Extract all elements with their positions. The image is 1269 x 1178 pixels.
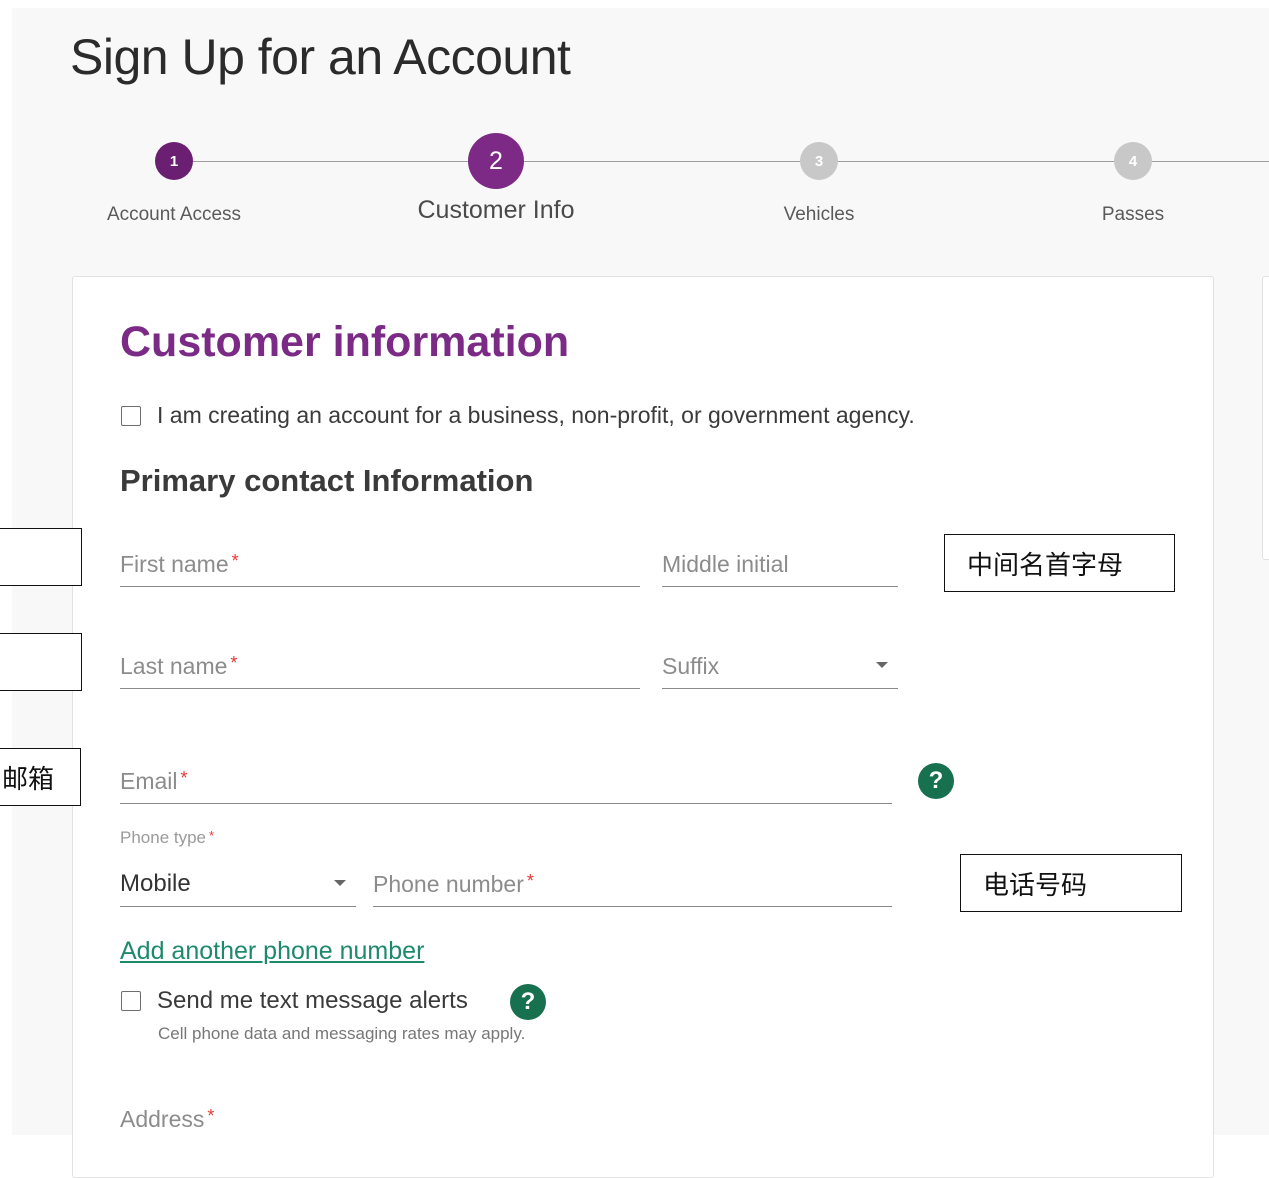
required-mark: * xyxy=(231,551,239,571)
section-title: Customer information xyxy=(120,318,570,366)
first-name-field[interactable]: First name * xyxy=(120,540,640,587)
step-1-circle[interactable]: 1 xyxy=(155,142,193,180)
required-mark: * xyxy=(230,653,238,673)
first-name-label: First name * xyxy=(120,551,239,578)
text-alerts-help-icon[interactable]: ? xyxy=(510,984,546,1020)
phone-number-label-text: Phone number xyxy=(373,871,524,897)
business-account-checkbox[interactable] xyxy=(121,406,141,426)
step-4-circle: 4 xyxy=(1114,142,1152,180)
step-connector xyxy=(524,161,800,162)
suffix-label: Suffix xyxy=(662,653,720,679)
step-3-label: Vehicles xyxy=(783,204,855,225)
phone-number-field[interactable]: Phone number * xyxy=(373,860,892,907)
step-connector xyxy=(193,161,468,162)
step-4-label: Passes xyxy=(1101,204,1165,225)
suffix-select[interactable]: Suffix xyxy=(662,642,898,689)
last-name-label-text: Last name xyxy=(120,653,228,679)
step-connector xyxy=(838,161,1114,162)
last-name-field[interactable]: Last name * xyxy=(120,642,640,689)
step-1-label[interactable]: Account Access xyxy=(107,204,241,226)
business-account-label[interactable]: I am creating an account for a business,… xyxy=(157,402,915,429)
email-field[interactable]: Email * xyxy=(120,757,892,804)
last-name-annotation-box xyxy=(0,633,82,691)
phone-number-annotation-box: 电话号码 xyxy=(960,854,1182,912)
last-name-label: Last name * xyxy=(120,653,237,680)
phone-number-label: Phone number * xyxy=(373,871,534,898)
primary-contact-title: Primary contact Information xyxy=(120,463,534,498)
step-connector xyxy=(1152,161,1269,162)
step-3-circle: 3 xyxy=(800,142,838,180)
step-2-circle: 2 xyxy=(468,133,524,189)
required-mark: * xyxy=(180,768,188,788)
phone-type-label: Phone type * xyxy=(120,828,214,848)
required-mark: * xyxy=(209,828,215,843)
required-mark: * xyxy=(526,871,534,891)
address-label-text: Address xyxy=(120,1106,205,1132)
email-label: Email * xyxy=(120,768,188,795)
page-title: Sign Up for an Account xyxy=(70,29,571,85)
required-mark: * xyxy=(207,1106,215,1126)
text-alerts-label[interactable]: Send me text message alerts xyxy=(157,987,468,1015)
chevron-down-icon xyxy=(334,880,346,886)
middle-initial-annotation-box: 中间名首字母 xyxy=(944,534,1175,592)
text-alerts-hint: Cell phone data and messaging rates may … xyxy=(158,1024,526,1043)
middle-initial-field[interactable]: Middle initial xyxy=(662,540,898,587)
chevron-down-icon xyxy=(876,662,888,668)
phone-type-value: Mobile xyxy=(120,870,191,897)
email-label-text: Email xyxy=(120,768,178,794)
first-name-annotation-box xyxy=(0,528,82,586)
summary-side-card xyxy=(1262,276,1269,560)
first-name-label-text: First name xyxy=(120,551,229,577)
phone-type-select[interactable]: Phone type * Mobile xyxy=(120,828,356,907)
email-help-icon[interactable]: ? xyxy=(918,763,954,799)
step-2-label: Customer Info xyxy=(417,196,575,224)
address-label: Address * xyxy=(120,1106,214,1133)
phone-type-label-text: Phone type xyxy=(120,828,207,847)
add-phone-link[interactable]: Add another phone number xyxy=(120,937,424,966)
text-alerts-checkbox[interactable] xyxy=(121,991,141,1011)
email-annotation-box: 邮箱 xyxy=(0,748,81,806)
middle-initial-label: Middle initial xyxy=(662,551,789,577)
